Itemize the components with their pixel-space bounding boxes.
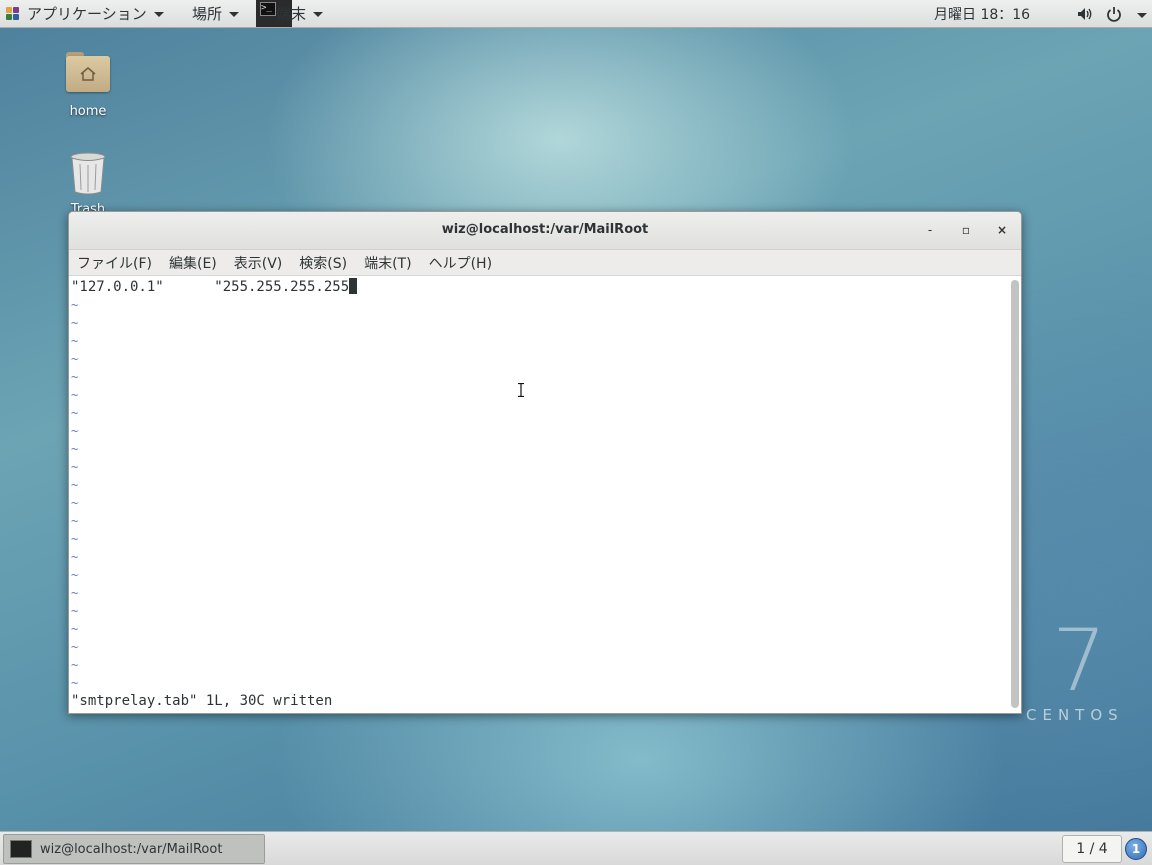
empty-line-marker: ~ (71, 586, 79, 600)
centos-wordmark: CENTOS (1026, 706, 1124, 724)
volume-icon[interactable] (1076, 5, 1094, 23)
terminal-app-label: 端末 (276, 5, 307, 23)
maximize-button[interactable]: ▫ (957, 221, 975, 239)
empty-line-marker: ~ (71, 550, 79, 564)
empty-line-marker: ~ (71, 640, 79, 654)
trash-desktop-icon[interactable]: Trash (43, 152, 133, 212)
empty-line-marker: ~ (71, 478, 79, 492)
menu-search[interactable]: 検索(S) (299, 253, 347, 273)
places-label: 場所 (192, 5, 223, 23)
taskbar-window-label: wiz@localhost:/var/MailRoot (40, 841, 223, 857)
workspace-indicator[interactable]: 1 / 4 (1062, 835, 1122, 863)
terminal-app-menu[interactable]: 端末 (276, 0, 324, 27)
close-button[interactable]: × (993, 221, 1011, 239)
menu-file[interactable]: ファイル(F) (77, 253, 152, 273)
vertical-scrollbar[interactable] (1011, 280, 1019, 708)
folder-icon (66, 52, 110, 92)
empty-line-marker: ~ (71, 316, 79, 330)
empty-line-marker: ~ (71, 298, 79, 312)
empty-line-marker: ~ (71, 514, 79, 528)
empty-line-marker: ~ (71, 388, 79, 402)
menu-edit[interactable]: 編集(E) (169, 253, 217, 273)
chevron-down-icon (313, 12, 324, 17)
empty-line-marker: ~ (71, 370, 79, 384)
applications-menu[interactable]: アプリケーション (6, 0, 164, 27)
empty-line-marker: ~ (71, 424, 79, 438)
window-title: wiz@localhost:/var/MailRoot (441, 222, 649, 237)
menu-terminal[interactable]: 端末(T) (364, 253, 411, 273)
home-folder-desktop-icon[interactable]: home (43, 52, 133, 119)
text-ibeam-cursor-icon (518, 383, 524, 397)
empty-line-marker: ~ (71, 532, 79, 546)
terminal-icon: >_ (260, 2, 276, 16)
bottom-bar: wiz@localhost:/var/MailRoot 1 / 4 1 (0, 831, 1152, 865)
applications-icon (6, 6, 20, 21)
empty-line-marker: ~ (71, 622, 79, 636)
terminal-window: wiz@localhost:/var/MailRoot - ▫ × ファイル(F… (68, 211, 1022, 714)
menu-bar: ファイル(F) 編集(E) 表示(V) 検索(S) 端末(T) ヘルプ(H) (69, 250, 1021, 276)
minimize-button[interactable]: - (921, 221, 939, 239)
chevron-down-icon (229, 12, 240, 17)
empty-line-marker: ~ (71, 460, 79, 474)
editor-status-line: "smtprelay.tab" 1L, 30C written (71, 693, 333, 709)
top-bar: アプリケーション 場所 >_ 端末 月曜日 18：16 (0, 0, 1152, 28)
editor-line-text: "127.0.0.1" "255.255.255.255 (71, 279, 350, 295)
empty-line-marker: ~ (71, 352, 79, 366)
house-icon (80, 67, 96, 81)
empty-line-marker: ~ (71, 496, 79, 510)
window-titlebar[interactable]: wiz@localhost:/var/MailRoot - ▫ × (69, 212, 1021, 250)
centos-version-number: 7 (1052, 611, 1107, 711)
empty-line-marker: ~ (71, 442, 79, 456)
notification-badge[interactable]: 1 (1125, 838, 1147, 860)
empty-line-marker: ~ (71, 604, 79, 618)
text-cursor (349, 278, 358, 294)
chevron-down-icon[interactable] (1137, 13, 1147, 18)
chevron-down-icon (153, 12, 164, 17)
clock-label: 月曜日 18：16 (934, 6, 1031, 23)
places-menu[interactable]: 場所 (192, 0, 240, 27)
empty-line-marker: ~ (71, 568, 79, 582)
empty-line-marker: ~ (71, 658, 79, 672)
empty-line-marker: ~ (71, 334, 79, 348)
trash-icon (69, 152, 107, 196)
power-icon[interactable] (1105, 5, 1123, 23)
menu-help[interactable]: ヘルプ(H) (429, 253, 492, 273)
empty-line-marker: ~ (71, 406, 79, 420)
editor-line-1: "127.0.0.1" "255.255.255.255 (71, 278, 358, 296)
taskbar-window-button[interactable]: wiz@localhost:/var/MailRoot (3, 834, 265, 864)
clock[interactable]: 月曜日 18：16 (934, 0, 1030, 27)
terminal-icon (10, 840, 32, 858)
menu-view[interactable]: 表示(V) (234, 253, 283, 273)
applications-label: アプリケーション (27, 5, 147, 23)
terminal-text-area[interactable]: "127.0.0.1" "255.255.255.255 ~ ~ ~ ~ ~ ~… (69, 276, 1009, 713)
home-label: home (69, 104, 107, 119)
empty-line-marker: ~ (71, 676, 79, 690)
